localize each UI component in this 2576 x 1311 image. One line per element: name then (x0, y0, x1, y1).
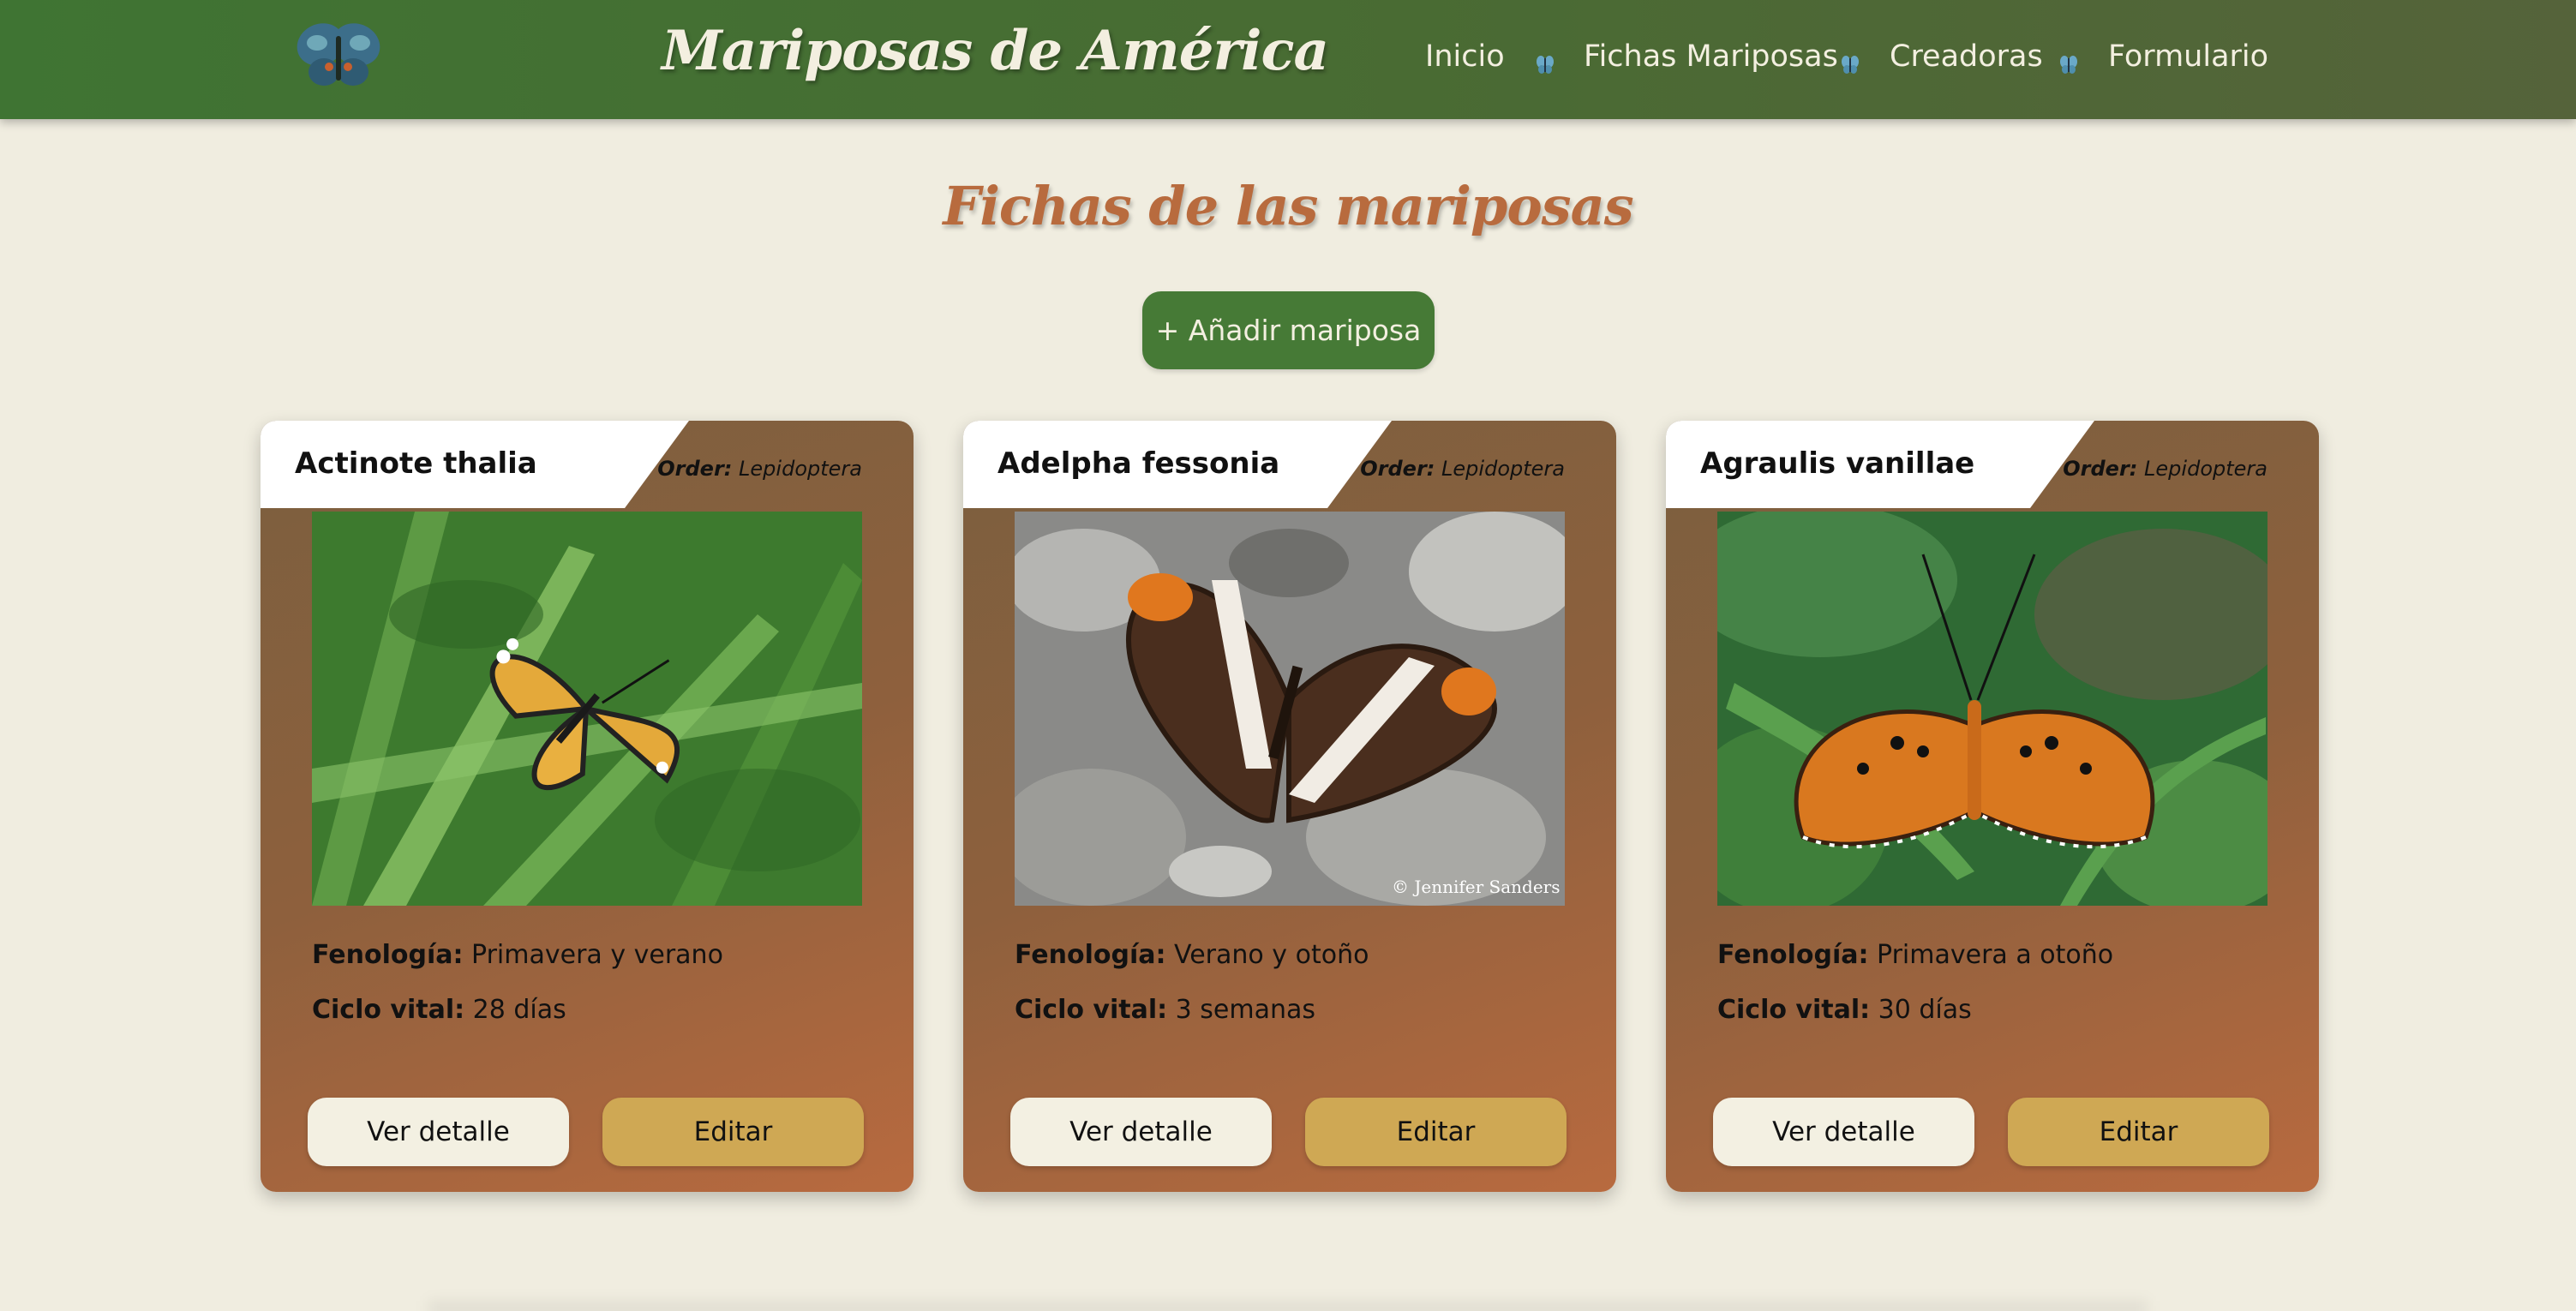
card-order: Order: Lepidoptera (657, 457, 862, 481)
site-title: Mariposas de América (662, 19, 1329, 83)
butterfly-card: Adelpha fessonia Order: Lepidoptera © Je… (963, 421, 1616, 1192)
edit-button[interactable]: Editar (2008, 1098, 2269, 1166)
phenology-info: Fenología: Primavera y verano (312, 940, 723, 970)
life-cycle-info: Ciclo vital: 28 días (312, 995, 566, 1025)
add-butterfly-button[interactable]: + Añadir mariposa (1142, 291, 1435, 369)
edit-button[interactable]: Editar (1305, 1098, 1567, 1166)
nav-item-fichas-mariposas[interactable]: Fichas Mariposas (1584, 39, 1838, 82)
butterfly-photo (312, 512, 862, 906)
card-header: Agraulis vanillae Order: Lepidoptera (1666, 421, 2319, 508)
nav-item-creadoras[interactable]: Creadoras (1890, 39, 2043, 82)
small-butterfly-icon (1841, 53, 1860, 75)
nav-item-inicio[interactable]: Inicio (1425, 39, 1505, 82)
photo-credit: © Jennifer Sanders (1392, 877, 1561, 897)
card-header: Actinote thalia Order: Lepidoptera (261, 421, 914, 508)
butterfly-photo (1717, 512, 2267, 906)
page-title: Fichas de las mariposas (943, 175, 1633, 237)
card-order: Order: Lepidoptera (2063, 457, 2267, 481)
butterfly-icon[interactable] (291, 19, 386, 96)
small-butterfly-icon (2059, 53, 2078, 75)
site-header: Mariposas de América Inicio Fichas Marip… (0, 0, 2576, 119)
life-cycle-info: Ciclo vital: 3 semanas (1015, 995, 1316, 1025)
butterfly-photo: © Jennifer Sanders (1015, 512, 1565, 906)
small-butterfly-icon (1536, 53, 1555, 75)
edit-button[interactable]: Editar (602, 1098, 864, 1166)
view-detail-button[interactable]: Ver detalle (1010, 1098, 1272, 1166)
view-detail-button[interactable]: Ver detalle (1713, 1098, 1974, 1166)
card-title: Actinote thalia (295, 446, 537, 481)
nav-item-formulario[interactable]: Formulario (2108, 39, 2268, 82)
view-detail-button[interactable]: Ver detalle (308, 1098, 569, 1166)
footer-shadow (428, 1301, 2148, 1311)
phenology-info: Fenología: Primavera a otoño (1717, 940, 2114, 970)
card-order: Order: Lepidoptera (1360, 457, 1565, 481)
life-cycle-info: Ciclo vital: 30 días (1717, 995, 1972, 1025)
card-title: Agraulis vanillae (1700, 446, 1975, 481)
phenology-info: Fenología: Verano y otoño (1015, 940, 1369, 970)
card-title: Adelpha fessonia (997, 446, 1280, 481)
butterfly-card: Actinote thalia Order: Lepidoptera Fenol… (261, 421, 914, 1192)
card-header: Adelpha fessonia Order: Lepidoptera (963, 421, 1616, 508)
butterfly-card: Agraulis vanillae Order: Lepidoptera Fen… (1666, 421, 2319, 1192)
